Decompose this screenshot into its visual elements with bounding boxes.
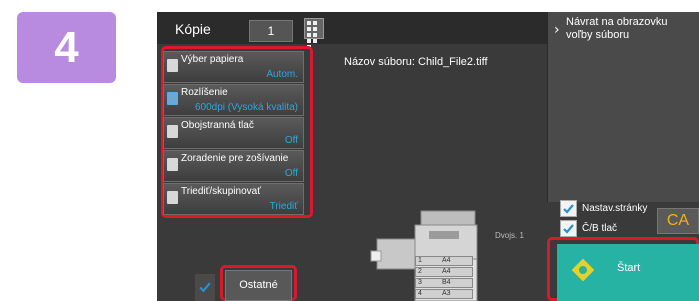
setting-sort-group[interactable]: Triediť/skupinovať Triediť <box>163 183 304 215</box>
setting-value: 600dpi (Vysoká kvalita) <box>194 102 298 113</box>
setting-value: Off <box>284 168 298 179</box>
tray-size: A3 <box>442 290 451 297</box>
right-panel: › Návrat na obrazovku voľby súboru <box>547 12 699 202</box>
copier-screen: Kópie 1 Výber papiera Autom. Rozlíšenie … <box>157 12 699 301</box>
header-bar: Kópie 1 <box>157 12 547 49</box>
setting-value: Triediť <box>269 201 298 212</box>
staple-icon <box>167 158 178 171</box>
page-setup-checkbox[interactable] <box>560 200 577 217</box>
other-check-tab[interactable] <box>195 274 215 301</box>
checkmark-icon <box>563 224 574 234</box>
setting-staple-sort[interactable]: Zoradenie pre zošívanie Off <box>163 150 304 182</box>
paper-tray-1: 1 A4 <box>415 256 473 266</box>
setting-paper-select[interactable]: Výber papiera Autom. <box>163 51 304 83</box>
step-number-badge: 4 <box>17 12 116 83</box>
other-settings-label: Ostatné <box>239 279 278 291</box>
page-setup-label: Nastav.stránky <box>582 203 648 214</box>
checkmark-icon <box>563 204 574 214</box>
bw-print-checkbox[interactable] <box>560 220 577 237</box>
tray-size: A4 <box>442 268 451 275</box>
setting-resolution[interactable]: Rozlíšenie 600dpi (Vysoká kvalita) <box>163 84 304 116</box>
setting-value: Autom. <box>266 69 298 80</box>
tray-size: A4 <box>442 257 451 264</box>
keypad-icon[interactable] <box>304 18 324 49</box>
setting-label: Zoradenie pre zošívanie <box>181 153 289 164</box>
start-icon <box>571 258 595 282</box>
start-label: Štart <box>617 262 641 274</box>
setting-value: Off <box>284 135 298 146</box>
tray-size: B4 <box>442 279 451 286</box>
setting-label: Obojstranná tlač <box>181 120 254 131</box>
setting-label: Výber papiera <box>181 54 244 65</box>
file-name-label: Názov súboru: <box>344 56 415 68</box>
back-button-label: Návrat na obrazovku voľby súboru <box>566 16 668 41</box>
back-to-file-select-button[interactable]: › Návrat na obrazovku voľby súboru <box>548 12 699 52</box>
file-name-line: Názov súboru: Child_File2.tiff <box>344 56 488 68</box>
sort-icon <box>167 191 178 204</box>
checkmark-icon <box>199 282 211 293</box>
bw-print-label: Č/B tlač <box>582 223 618 234</box>
tray-number: 3 <box>418 279 422 286</box>
step-number: 4 <box>54 22 79 72</box>
paper-tray-4: 4 A3 <box>415 289 473 299</box>
chevron-right-icon: › <box>554 22 560 38</box>
paper-icon <box>167 59 178 72</box>
setting-label: Triediť/skupinovať <box>181 186 261 197</box>
other-settings-button[interactable]: Ostatné <box>225 270 292 301</box>
setting-label: Rozlíšenie <box>181 87 228 98</box>
file-name-value: Child_File2.tiff <box>418 56 488 68</box>
mode-title: Kópie <box>175 21 211 37</box>
resolution-icon <box>167 92 178 105</box>
setting-duplex[interactable]: Obojstranná tlač Off <box>163 117 304 149</box>
paper-tray-2: 2 A4 <box>415 267 473 277</box>
start-button[interactable]: Štart <box>557 244 699 301</box>
tray-number: 1 <box>418 257 422 264</box>
tray-number: 4 <box>418 290 422 297</box>
tray-number: 2 <box>418 268 422 275</box>
paper-tray-3: 3 B4 <box>415 278 473 288</box>
clear-all-button[interactable]: CA <box>657 208 699 234</box>
copies-input[interactable]: 1 <box>249 20 293 42</box>
output-tray-label: Dvojs. 1 <box>495 231 524 240</box>
duplex-icon <box>167 125 178 138</box>
